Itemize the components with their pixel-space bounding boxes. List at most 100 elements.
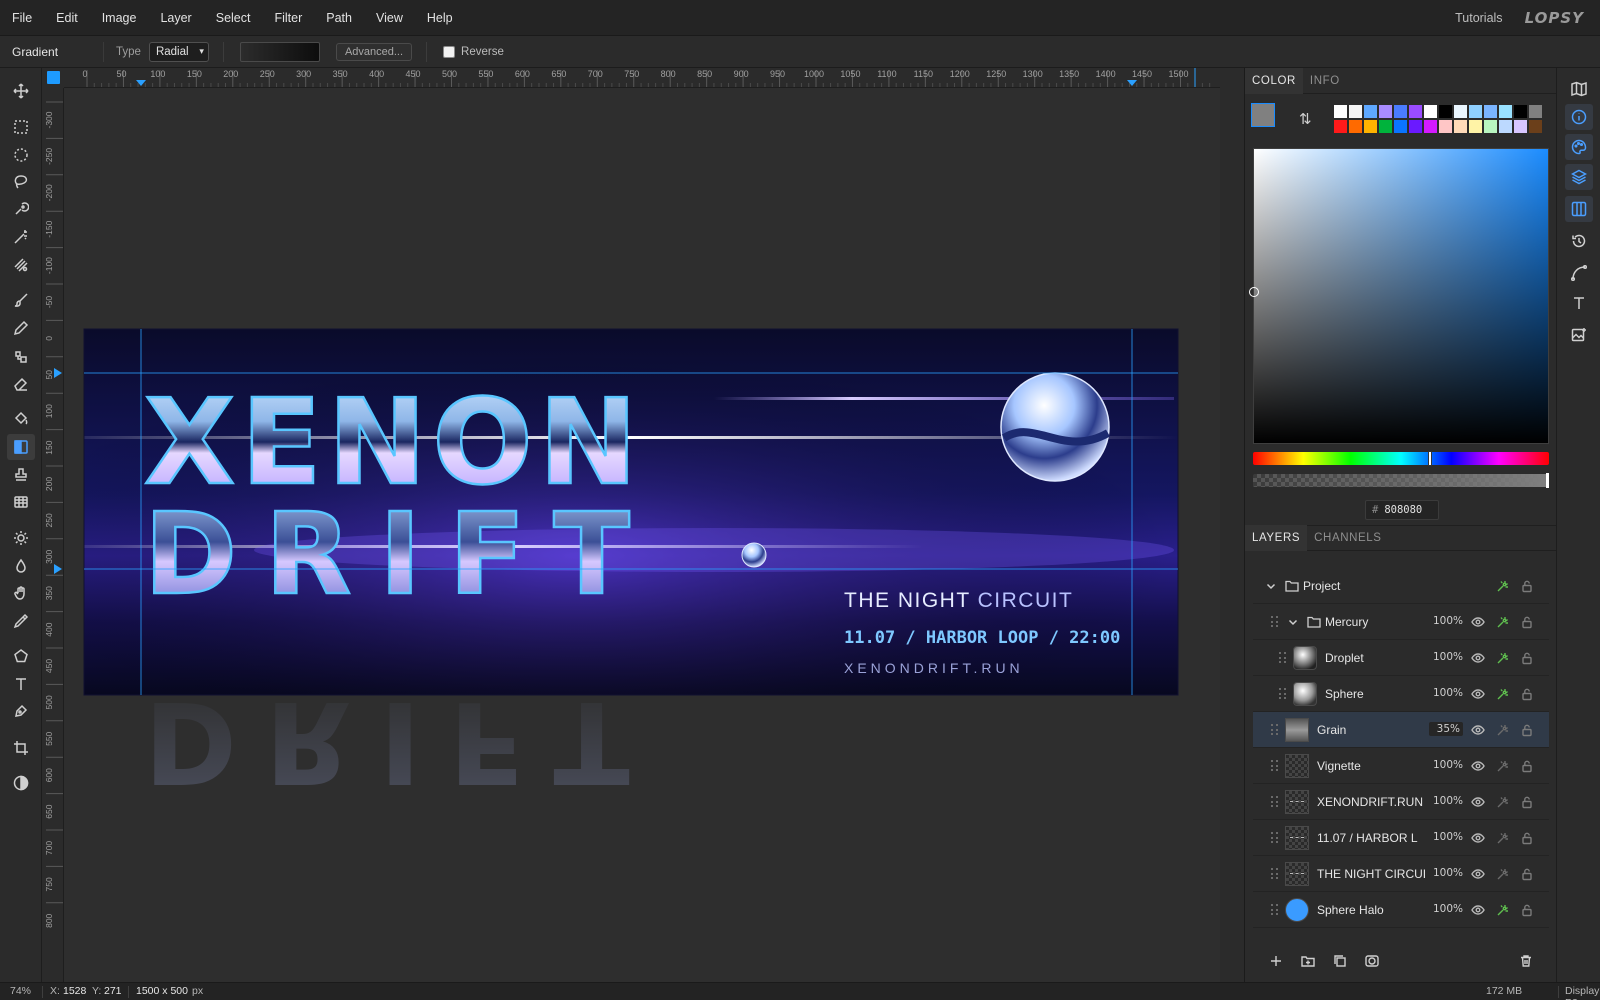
- clone-tool[interactable]: [7, 343, 35, 369]
- color-swatch[interactable]: [1438, 119, 1453, 134]
- contrast-tool[interactable]: [7, 770, 35, 796]
- stamp-tool[interactable]: [7, 462, 35, 488]
- hue-slider[interactable]: [1253, 451, 1549, 466]
- color-swatch[interactable]: [1378, 119, 1393, 134]
- add-layer-icon[interactable]: [1267, 952, 1285, 970]
- lock-icon[interactable]: [1520, 723, 1534, 737]
- menu-view[interactable]: View: [364, 11, 415, 25]
- magic-wand-tool[interactable]: [7, 224, 35, 250]
- layer-opacity[interactable]: 100%: [1429, 831, 1463, 843]
- color-swatch[interactable]: [1363, 104, 1378, 119]
- effects-icon[interactable]: [1496, 867, 1510, 881]
- blur-tool[interactable]: [7, 553, 35, 579]
- layer-name[interactable]: Sphere: [1325, 687, 1364, 701]
- eye-icon[interactable]: [1471, 687, 1485, 701]
- eye-icon[interactable]: [1471, 723, 1485, 737]
- effects-icon[interactable]: [1496, 615, 1510, 629]
- layer-row[interactable]: Grain 35%: [1253, 712, 1549, 748]
- drag-handle-icon[interactable]: [1271, 616, 1279, 628]
- color-swatch[interactable]: [1468, 104, 1483, 119]
- hue-slider-handle[interactable]: [1428, 451, 1432, 466]
- layer-row[interactable]: 11.07 / HARBOR L 100%: [1253, 820, 1549, 856]
- drag-handle-icon[interactable]: [1271, 868, 1279, 880]
- drag-handle-icon[interactable]: [1271, 904, 1279, 916]
- layer-name[interactable]: XENONDRIFT.RUN: [1317, 795, 1423, 809]
- layer-name[interactable]: Vignette: [1317, 759, 1361, 773]
- character-icon[interactable]: [1565, 290, 1593, 316]
- brush-tool[interactable]: [7, 287, 35, 313]
- new-group-icon[interactable]: [1299, 952, 1317, 970]
- menu-path[interactable]: Path: [314, 11, 364, 25]
- layer-opacity[interactable]: 100%: [1429, 759, 1463, 771]
- layer-opacity[interactable]: 100%: [1429, 867, 1463, 879]
- move-tool[interactable]: [7, 78, 35, 104]
- lock-icon[interactable]: [1520, 651, 1534, 665]
- menu-filter[interactable]: Filter: [262, 11, 314, 25]
- layer-row[interactable]: Droplet 100%: [1253, 640, 1549, 676]
- image-adjust-icon[interactable]: [1565, 322, 1593, 348]
- color-swatch[interactable]: [1333, 119, 1348, 134]
- layer-opacity[interactable]: 100%: [1429, 687, 1463, 699]
- gradient-tool[interactable]: [7, 434, 35, 460]
- drag-handle-icon[interactable]: [1279, 688, 1287, 700]
- dodge-tool[interactable]: [7, 525, 35, 551]
- palette-icon[interactable]: [1565, 134, 1593, 160]
- drag-handle-icon[interactable]: [1271, 760, 1279, 772]
- reverse-checkbox[interactable]: [443, 45, 456, 58]
- lock-icon[interactable]: [1520, 831, 1534, 845]
- color-swatch[interactable]: [1393, 104, 1408, 119]
- color-swatch[interactable]: [1528, 119, 1543, 134]
- drag-handle-icon[interactable]: [1271, 724, 1279, 736]
- mask-icon[interactable]: [1363, 952, 1381, 970]
- document-canvas[interactable]: XENON DRIFT DRIFT DRIFT THE NIGHT CIRCUI…: [64, 88, 1220, 982]
- effects-icon[interactable]: [1496, 687, 1510, 701]
- horizontal-ruler[interactable]: 0 50 100 150 200 250 300 350 400 450 500 550 600 650 7…: [64, 68, 1220, 88]
- eye-icon[interactable]: [1471, 867, 1485, 881]
- alpha-slider-handle[interactable]: [1546, 473, 1549, 488]
- color-swatch[interactable]: [1393, 119, 1408, 134]
- color-swatch[interactable]: [1483, 119, 1498, 134]
- lock-icon[interactable]: [1520, 687, 1534, 701]
- eraser-tool[interactable]: [7, 371, 35, 397]
- eye-icon[interactable]: [1471, 831, 1485, 845]
- lock-icon[interactable]: [1520, 759, 1534, 773]
- picker-knob[interactable]: [1249, 287, 1259, 297]
- chevron-down-icon[interactable]: [1287, 616, 1299, 628]
- layer-name[interactable]: THE NIGHT CIRCUI: [1317, 867, 1426, 881]
- lock-icon[interactable]: [1520, 903, 1534, 917]
- canvas-area[interactable]: XENON DRIFT DRIFT DRIFT THE NIGHT CIRCUI…: [64, 88, 1220, 982]
- spot-heal-tool[interactable]: [7, 252, 35, 278]
- layer-opacity[interactable]: 100%: [1429, 651, 1463, 663]
- menu-layer[interactable]: Layer: [148, 11, 203, 25]
- effects-icon[interactable]: [1496, 579, 1510, 593]
- effects-icon[interactable]: [1496, 795, 1510, 809]
- color-swatch[interactable]: [1453, 119, 1468, 134]
- trash-icon[interactable]: [1517, 952, 1535, 970]
- lasso-tool[interactable]: [7, 168, 35, 194]
- duplicate-layer-icon[interactable]: [1331, 952, 1349, 970]
- color-swatch[interactable]: [1348, 119, 1363, 134]
- paths-icon[interactable]: [1565, 260, 1593, 286]
- drag-handle-icon[interactable]: [1271, 796, 1279, 808]
- menu-image[interactable]: Image: [90, 11, 149, 25]
- pattern-tool[interactable]: [7, 489, 35, 515]
- hex-input[interactable]: # 808080: [1365, 500, 1439, 520]
- color-swatch[interactable]: [1378, 104, 1393, 119]
- layer-name[interactable]: Grain: [1317, 723, 1346, 737]
- color-swatch[interactable]: [1438, 104, 1453, 119]
- layer-name[interactable]: 11.07 / HARBOR L: [1317, 831, 1418, 845]
- ellipse-select-tool[interactable]: [7, 142, 35, 168]
- menu-edit[interactable]: Edit: [44, 11, 90, 25]
- effects-icon[interactable]: [1496, 651, 1510, 665]
- zoom-level[interactable]: 74%: [10, 985, 31, 997]
- gradient-preview-swatch[interactable]: [239, 41, 320, 62]
- eyedropper-tool[interactable]: [7, 608, 35, 634]
- ruler-corner[interactable]: [42, 68, 64, 88]
- color-swatch[interactable]: [1483, 104, 1498, 119]
- drag-handle-icon[interactable]: [1271, 832, 1279, 844]
- lock-icon[interactable]: [1520, 615, 1534, 629]
- eye-icon[interactable]: [1471, 795, 1485, 809]
- effects-icon[interactable]: [1496, 831, 1510, 845]
- pencil-tool[interactable]: [7, 315, 35, 341]
- layer-opacity[interactable]: 100%: [1429, 903, 1463, 915]
